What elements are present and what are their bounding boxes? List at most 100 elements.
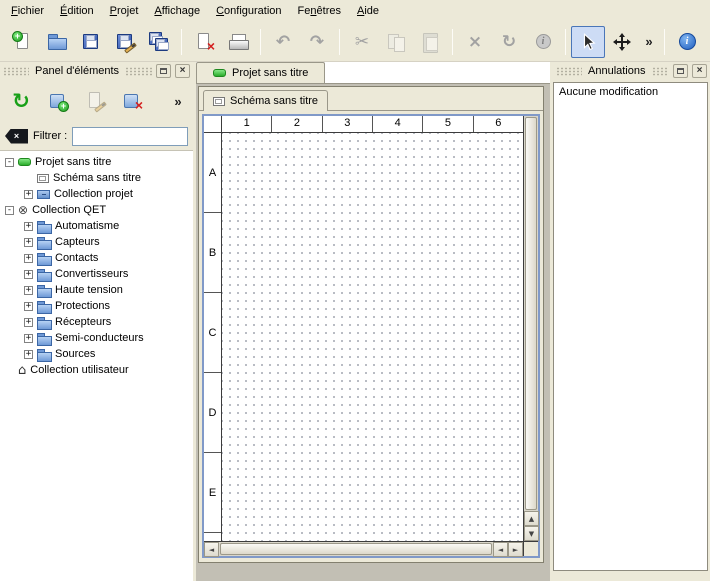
dock-close-button[interactable]: × — [175, 64, 190, 78]
expand-expander-icon[interactable]: + — [24, 190, 33, 199]
tree-item-collection-utilisateur[interactable]: ⌂ Collection utilisateur — [0, 362, 193, 378]
expand-expander-icon[interactable]: + — [24, 334, 33, 343]
dock-grip-handle[interactable] — [125, 67, 152, 76]
project-tab[interactable]: Projet sans titre — [196, 62, 325, 83]
horizontal-scroll-track[interactable] — [219, 542, 493, 556]
tree-item-automatisme[interactable]: + Automatisme — [0, 218, 193, 234]
vertical-scrollbar[interactable]: ▲ ▼ — [523, 116, 538, 541]
dock-float-button[interactable] — [156, 64, 171, 78]
refresh-icon: ↻ — [12, 89, 30, 113]
toolbar-overflow-button[interactable]: » — [639, 26, 659, 58]
horizontal-scroll-thumb[interactable] — [220, 543, 492, 555]
menu-affichage[interactable]: Affichage — [146, 1, 208, 21]
menu-configuration[interactable]: Configuration — [208, 1, 289, 21]
dock-float-button[interactable] — [673, 64, 688, 78]
horizontal-scrollbar[interactable]: ◄ ◄ ► — [204, 541, 523, 556]
tree-item-schema[interactable]: Schéma sans titre — [0, 170, 193, 186]
schema-canvas[interactable] — [222, 133, 523, 541]
expand-expander-icon[interactable]: + — [24, 350, 33, 359]
filter-clear-button[interactable]: × — [5, 129, 28, 144]
tree-item-semi-conducteurs[interactable]: + Semi-conducteurs — [0, 330, 193, 346]
panel-overflow-button[interactable]: » — [169, 86, 187, 116]
undo-history-list[interactable]: Aucune modification — [553, 82, 708, 571]
save-as-button[interactable] — [108, 26, 142, 58]
dock-grip-handle[interactable] — [556, 67, 582, 76]
element-info-button[interactable]: i — [526, 26, 560, 58]
tree-item-label: Haute tension — [55, 284, 123, 296]
folder-icon — [37, 253, 51, 264]
vertical-scroll-track[interactable] — [524, 116, 538, 511]
redo-button[interactable]: ↷ — [300, 26, 334, 58]
edit-element-button[interactable] — [80, 86, 110, 116]
expand-expander-icon[interactable]: + — [24, 270, 33, 279]
filter-input[interactable] — [72, 127, 188, 146]
delete-element-button[interactable] — [117, 86, 147, 116]
about-button[interactable]: i — [670, 26, 704, 58]
tree-item-protections[interactable]: + Protections — [0, 298, 193, 314]
tree-item-haute-tension[interactable]: + Haute tension — [0, 282, 193, 298]
tree-item-contacts[interactable]: + Contacts — [0, 250, 193, 266]
elements-panel-toolbar: ↻ » — [0, 80, 193, 122]
folder-icon — [37, 317, 51, 328]
dock-grip-handle[interactable] — [3, 67, 29, 76]
rotate-button[interactable]: ↻ — [492, 26, 526, 58]
expand-expander-icon[interactable]: + — [24, 238, 33, 247]
save-icon — [80, 31, 102, 53]
save-all-icon — [148, 31, 170, 53]
copy-button[interactable] — [379, 26, 413, 58]
menu-projet[interactable]: Projet — [102, 1, 147, 21]
scroll-left-button[interactable]: ◄ — [204, 542, 219, 557]
project-window: Schéma sans titre 1 2 3 4 5 6 A B C D — [198, 86, 544, 563]
tree-item-convertisseurs[interactable]: + Convertisseurs — [0, 266, 193, 282]
expand-expander-icon[interactable]: + — [24, 222, 33, 231]
print-button[interactable] — [221, 26, 255, 58]
cut-icon: ✂ — [351, 31, 373, 53]
delete-button[interactable]: × — [458, 26, 492, 58]
menu-label: P — [110, 5, 117, 17]
folder-icon — [37, 269, 51, 280]
save-button[interactable] — [74, 26, 108, 58]
close-document-button[interactable] — [187, 26, 221, 58]
undo-button[interactable]: ↶ — [266, 26, 300, 58]
close-icon: × — [14, 132, 19, 141]
open-document-button[interactable] — [40, 26, 74, 58]
vertical-scroll-thumb[interactable] — [525, 117, 537, 510]
collapse-expander-icon[interactable]: - — [5, 158, 14, 167]
expand-expander-icon[interactable]: + — [24, 286, 33, 295]
scroll-left-button[interactable]: ◄ — [493, 542, 508, 557]
folder-icon — [37, 285, 51, 296]
expand-expander-icon[interactable]: + — [24, 302, 33, 311]
tree-item-collection-qet[interactable]: - ⊗ Collection QET — [0, 202, 193, 218]
move-mode-button[interactable] — [605, 26, 639, 58]
select-mode-button[interactable] — [571, 26, 605, 58]
dock-close-button[interactable]: × — [692, 64, 707, 78]
menu-fenetres[interactable]: Fenêtres — [290, 1, 349, 21]
tree-item-collection-projet[interactable]: + Collection projet — [0, 186, 193, 202]
expand-expander-icon[interactable]: + — [24, 318, 33, 327]
tree-item-recepteurs[interactable]: + Récepteurs — [0, 314, 193, 330]
menu-aide[interactable]: Aide — [349, 1, 387, 21]
scroll-up-button[interactable]: ▲ — [524, 511, 539, 526]
scroll-down-button[interactable]: ▼ — [524, 526, 539, 541]
reload-collections-button[interactable]: ↻ — [6, 86, 36, 116]
dock-grip-handle[interactable] — [652, 67, 670, 76]
expand-expander-icon[interactable]: + — [24, 254, 33, 263]
menu-fichier[interactable]: Fichier — [3, 1, 52, 21]
plus-badge-icon — [12, 31, 23, 42]
scroll-right-button[interactable]: ► — [508, 542, 523, 557]
column-header: 5 — [422, 116, 472, 132]
paste-button[interactable] — [413, 26, 447, 58]
schema-tab[interactable]: Schéma sans titre — [203, 90, 328, 111]
schema-icon — [37, 174, 49, 183]
tree-item-project[interactable]: - Projet sans titre — [0, 154, 193, 170]
tree-item-capteurs[interactable]: + Capteurs — [0, 234, 193, 250]
column-header: 4 — [372, 116, 422, 132]
menu-edition[interactable]: Édition — [52, 1, 102, 21]
collapse-expander-icon[interactable]: - — [5, 206, 14, 215]
new-element-button[interactable] — [43, 86, 73, 116]
save-all-button[interactable] — [142, 26, 176, 58]
new-document-button[interactable] — [6, 26, 40, 58]
tree-item-sources[interactable]: + Sources — [0, 346, 193, 362]
cut-button[interactable]: ✂ — [345, 26, 379, 58]
delete-element-icon — [121, 90, 143, 112]
